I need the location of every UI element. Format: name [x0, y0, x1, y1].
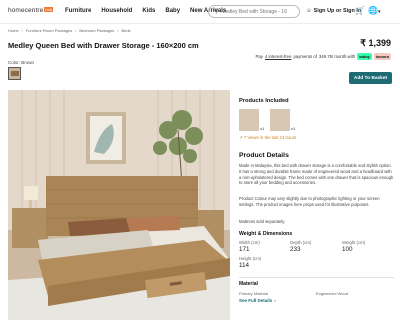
color-label-text: Color: [8, 60, 21, 65]
globe-icon: 🌐 [368, 6, 378, 15]
language-selector[interactable]: 🌐▾ [368, 6, 380, 15]
material-primary-label: Primary Material [239, 291, 269, 296]
width-label: Width (cm) [239, 240, 260, 245]
included-count: x1 [291, 126, 296, 131]
material-heading: Material [239, 281, 258, 287]
price-value: 1,399 [368, 38, 391, 48]
included-list: x1 x1 [239, 109, 394, 131]
details-disclaimer: Product Colour may vary slightly due to … [239, 196, 380, 207]
width-value: 171 [239, 246, 250, 253]
breadcrumb-furniture-packages[interactable]: Furniture Room Packages [26, 28, 72, 33]
breadcrumb-home[interactable]: Home [8, 28, 19, 33]
breadcrumb-separator: / [75, 28, 77, 33]
breadcrumb-bedroom-packages[interactable]: Bedroom Packages [79, 28, 114, 33]
product-details-heading: Product Details [239, 152, 289, 159]
breadcrumb-beds[interactable]: Beds [121, 28, 130, 33]
product-title: Medley Queen Bed with Drawer Storage - 1… [8, 41, 199, 50]
nav-baby[interactable]: Baby [165, 8, 180, 14]
cart-icon[interactable]: 🛒 [355, 6, 365, 15]
breadcrumb-separator: / [21, 28, 23, 33]
installment-link[interactable]: 4 interest-free [265, 54, 292, 59]
breadcrumb-separator: / [117, 28, 119, 33]
included-count: x1 [260, 126, 265, 131]
tabby-badge[interactable]: tabby [357, 53, 372, 60]
product-price: ₹ 1,399 [360, 38, 391, 49]
details-mattress-note: Mattress sold separately. [239, 219, 286, 224]
installment-info: Pay 4 interest-free payments of 349.75/ … [256, 53, 391, 60]
nav-kids[interactable]: Kids [142, 8, 155, 14]
installment-post: payments of [293, 54, 317, 59]
tamara-badge[interactable]: tamara [373, 53, 391, 60]
logo-text: homecentre [8, 7, 44, 14]
included-heading: Products Included [239, 98, 289, 104]
installment-pre: Pay [255, 54, 263, 59]
details-description: Made in Malaysia, this bed with drawer s… [239, 163, 394, 186]
top-header: homecentre hub Furniture Household Kids B… [0, 0, 400, 24]
included-item-bed[interactable]: x1 [239, 109, 264, 131]
product-image[interactable] [8, 90, 230, 320]
color-value: Brown [21, 60, 35, 65]
views-note-text: 7 Views in the last 24 hours [243, 135, 297, 140]
see-full-details-link[interactable]: See Full Details › [239, 298, 276, 303]
installment-amount: 349.75/ month with [318, 54, 356, 59]
chevron-right-icon: › [274, 298, 276, 303]
see-full-label: See Full Details [239, 298, 273, 303]
breadcrumb: Home / Furniture Room Packages / Bedroom… [8, 28, 131, 33]
search-icon: ⚲ [214, 9, 219, 15]
signin-link[interactable]: ☺ Sign Up or Sign In [306, 8, 361, 14]
search-box[interactable]: ⚲ [208, 5, 300, 18]
main-nav: Furniture Household Kids Baby New Arriva… [65, 8, 226, 14]
depth-value: 233 [290, 246, 301, 253]
dimensions-heading: Weight & Dimensions [239, 231, 293, 237]
trend-icon: ↗ [239, 135, 243, 140]
color-label: Color: Brown [8, 60, 34, 65]
included-section: Products Included x1 x1 ↗ 7 Views in the… [239, 98, 394, 141]
material-primary-value: Engineered Wood [316, 291, 348, 296]
nav-household[interactable]: Household [101, 8, 132, 14]
nav-furniture[interactable]: Furniture [65, 8, 91, 14]
chevron-down-icon: ▾ [377, 9, 381, 15]
height-value: 114 [239, 262, 250, 269]
height-label: Height (cm) [239, 256, 262, 261]
currency-symbol: ₹ [360, 38, 366, 48]
section-divider [239, 277, 394, 278]
color-swatch-brown[interactable] [8, 67, 21, 80]
logo-badge: hub [44, 7, 54, 12]
depth-label: Depth (cm) [290, 240, 312, 245]
weight-value: 100 [342, 246, 353, 253]
included-item-drawer[interactable]: x1 [270, 109, 295, 131]
homecentre-logo[interactable]: homecentre hub [8, 7, 54, 14]
bedroom-illustration [8, 90, 230, 320]
user-icon: ☺ [306, 8, 312, 14]
weight-label: Weight (cm) [342, 240, 366, 245]
search-input[interactable] [221, 8, 292, 15]
add-to-basket-button[interactable]: Add To Basket [349, 72, 392, 84]
views-note: ↗ 7 Views in the last 24 hours [239, 135, 394, 141]
